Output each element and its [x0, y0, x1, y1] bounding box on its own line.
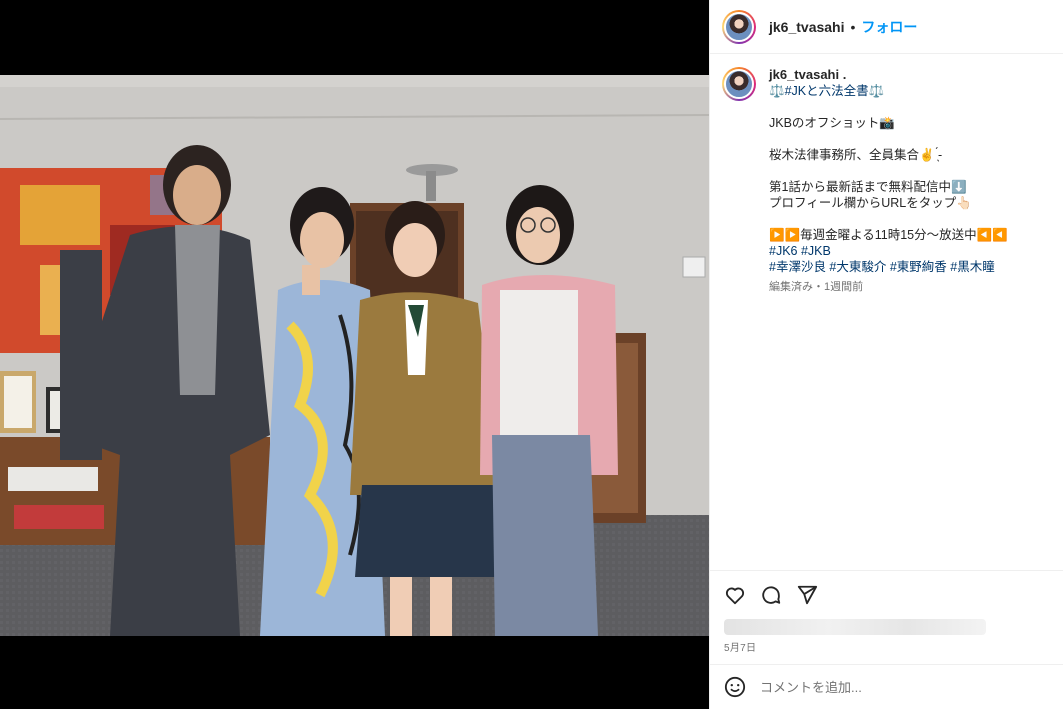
caption-line-0[interactable]: ⚖️#JKと六法全書⚖️ — [769, 83, 1008, 99]
share-icon[interactable] — [796, 584, 818, 606]
avatar-image — [724, 11, 754, 42]
caption-avatar[interactable] — [722, 67, 756, 101]
caption-body: jk6_tvasahi . ⚖️#JKと六法全書⚖️ JKBのオフショット📸 桜… — [769, 67, 1008, 295]
caption-line-2: JKBのオフショット📸 — [769, 116, 895, 130]
caption-line-9: ▶️▶️毎週金曜よる11時15分〜放送中◀️◀️ — [769, 228, 1008, 242]
caption-line-8 — [769, 211, 1008, 227]
post-header: jk6_tvasahi • フォロー — [710, 0, 1063, 54]
caption-line-6: 第1話から最新話まで無料配信中⬇️ — [769, 180, 967, 194]
header-separator: • — [850, 18, 856, 35]
post-photo[interactable] — [0, 75, 709, 636]
emoji-icon[interactable] — [724, 676, 746, 698]
caption-line-7: プロフィール欄からURLをタップ👆🏻 — [769, 196, 972, 210]
caption-meta: 編集済み・1週間前 — [769, 281, 864, 293]
header-username[interactable]: jk6_tvasahi — [769, 19, 845, 35]
action-row — [724, 583, 1052, 607]
post-actions: 5月7日 — [710, 570, 1063, 654]
likes-count-blurred — [724, 619, 986, 635]
caption-area: jk6_tvasahi . ⚖️#JKと六法全書⚖️ JKBのオフショット📸 桜… — [710, 55, 1063, 570]
post-sidebar: jk6_tvasahi • フォロー jk6_tvasahi . ⚖️#JKと六… — [709, 0, 1063, 709]
post-photo-illustration — [0, 75, 709, 636]
hashtags-line-2[interactable]: #幸澤沙良 #大東駿介 #東野絢香 #黒木瞳 — [769, 259, 1008, 275]
comment-icon[interactable] — [760, 584, 782, 606]
hashtags-line-1[interactable]: #JK6 #JKB — [769, 243, 1008, 259]
avatar[interactable] — [722, 9, 756, 44]
caption-line-3 — [769, 131, 1008, 147]
caption-avatar-image — [724, 69, 754, 99]
caption-username[interactable]: jk6_tvasahi . — [769, 67, 1008, 83]
follow-button[interactable]: フォロー — [861, 17, 917, 37]
comment-input[interactable] — [760, 679, 1020, 695]
heart-icon[interactable] — [724, 584, 746, 606]
post-date[interactable]: 5月7日 — [724, 639, 1052, 654]
caption-line-1 — [769, 99, 1008, 115]
caption-line-5 — [769, 163, 1008, 179]
caption-line-4: 桜木法律事務所、全員集合✌️ ̖́- — [769, 148, 943, 162]
comment-box — [710, 664, 1063, 709]
caption-row: jk6_tvasahi . ⚖️#JKと六法全書⚖️ JKBのオフショット📸 桜… — [722, 67, 1052, 295]
photo-pane — [0, 0, 709, 709]
